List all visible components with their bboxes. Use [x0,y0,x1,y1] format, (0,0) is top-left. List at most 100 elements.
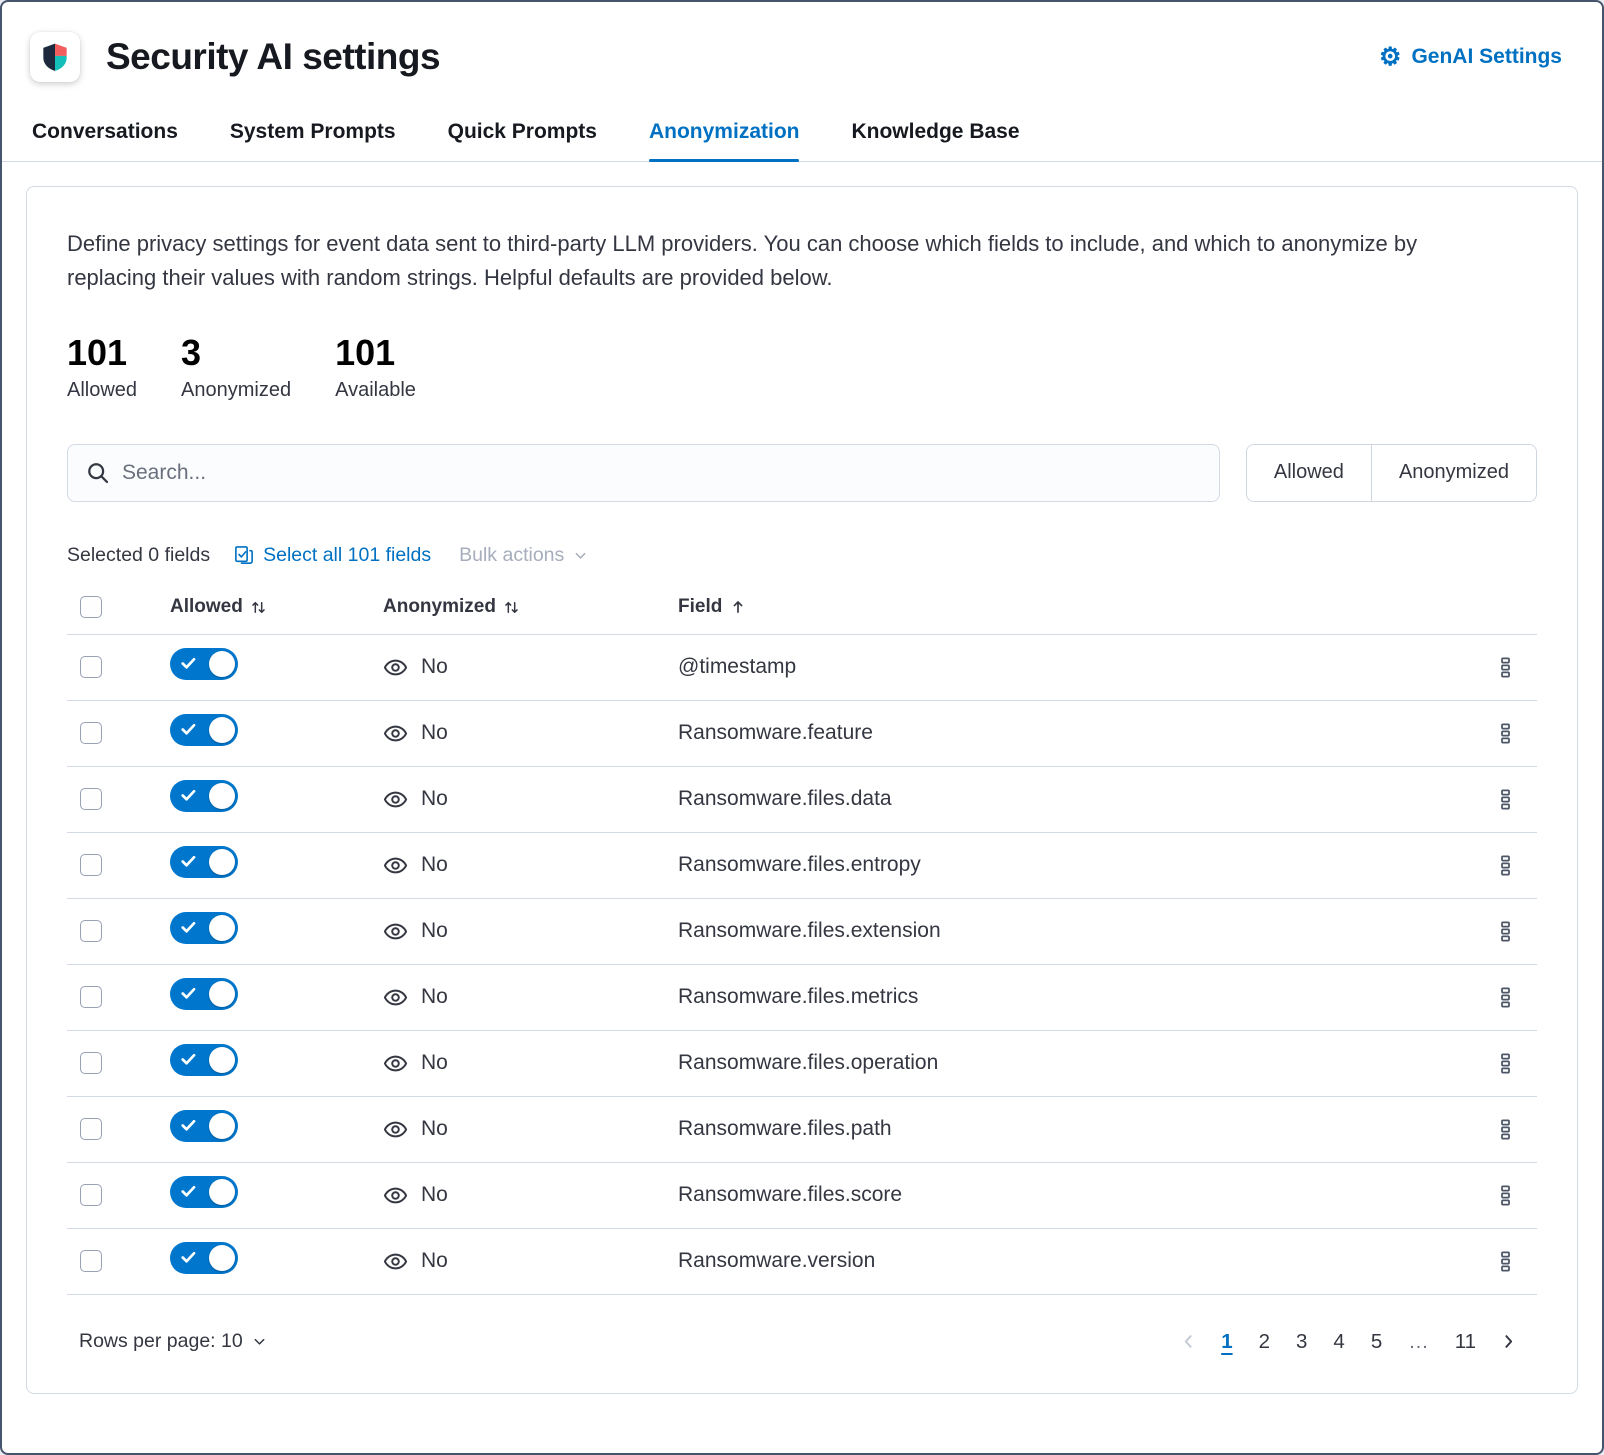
table-body: No @timestamp [67,635,1537,1295]
field-name: Ransomware.files.data [678,787,892,810]
row-checkbox[interactable] [80,986,102,1008]
tab-system-prompts[interactable]: System Prompts [230,120,396,161]
search-and-filters: Allowed Anonymized [67,444,1537,502]
allowed-toggle[interactable] [170,714,238,746]
anonymized-value: No [421,919,448,943]
allowed-toggle[interactable] [170,1044,238,1076]
stat-anonymized: 3 Anonymized [181,333,291,402]
row-actions-button[interactable] [1494,785,1517,814]
genai-settings-button[interactable]: ⚙ GenAI Settings [1379,45,1562,70]
row-actions-button[interactable] [1494,851,1517,880]
pagination-page-5[interactable]: 5 [1361,1325,1392,1359]
tab-quick-prompts[interactable]: Quick Prompts [448,120,597,161]
pagination-page-2[interactable]: 2 [1249,1325,1280,1359]
field-name: Ransomware.version [678,1249,875,1272]
stat-anonymized-value: 3 [181,333,291,373]
allowed-toggle[interactable] [170,1242,238,1274]
fields-table: Allowed Anonymized [67,581,1537,1295]
column-header-anonymized[interactable]: Anonymized [383,596,678,618]
tab-anonymization[interactable]: Anonymization [649,120,800,161]
tab-knowledge-base[interactable]: Knowledge Base [851,120,1019,161]
search-input[interactable] [122,461,1201,485]
eye-icon [383,985,408,1010]
sort-both-icon [250,599,267,616]
eye-icon [383,721,408,746]
next-page-button[interactable] [1492,1329,1525,1354]
table-row: No Ransomware.files.path [67,1097,1537,1163]
allowed-toggle[interactable] [170,846,238,878]
search-icon [86,461,110,485]
rows-per-page-label: Rows per page: 10 [79,1330,243,1353]
filter-allowed-button[interactable]: Allowed [1247,445,1371,501]
row-checkbox[interactable] [80,788,102,810]
search-box[interactable] [67,444,1220,502]
table-row: No Ransomware.files.data [67,767,1537,833]
row-checkbox[interactable] [80,1118,102,1140]
allowed-toggle[interactable] [170,912,238,944]
security-ai-settings-window: Security AI settings ⚙ GenAI Settings Co… [0,0,1604,1455]
eye-icon [383,853,408,878]
table-footer: Rows per page: 10 12345…11 [67,1325,1537,1359]
privacy-description: Define privacy settings for event data s… [67,227,1497,295]
row-actions-button[interactable] [1494,1181,1517,1210]
select-all-label: Select all 101 fields [263,544,431,567]
row-checkbox[interactable] [80,1184,102,1206]
selected-count-text: Selected 0 fields [67,544,210,567]
rows-per-page-button[interactable]: Rows per page: 10 [79,1330,267,1353]
field-name: Ransomware.files.operation [678,1051,938,1074]
stat-anonymized-label: Anonymized [181,379,291,402]
table-row: No Ransomware.feature [67,701,1537,767]
row-checkbox[interactable] [80,1250,102,1272]
table-header-row: Allowed Anonymized [67,581,1537,635]
field-name: @timestamp [678,655,796,678]
sort-ascending-icon [729,598,747,616]
allowed-toggle[interactable] [170,648,238,680]
pagination-page-4[interactable]: 4 [1323,1325,1354,1359]
table-row: No @timestamp [67,635,1537,701]
pages-select-icon [234,545,254,565]
eye-icon [383,1117,408,1142]
eye-icon [383,919,408,944]
pagination-page-3[interactable]: 3 [1286,1325,1317,1359]
filter-anonymized-button[interactable]: Anonymized [1371,445,1536,501]
select-all-link[interactable]: Select all 101 fields [234,544,431,567]
column-header-field[interactable]: Field [678,596,1473,618]
row-checkbox[interactable] [80,722,102,744]
row-checkbox[interactable] [80,656,102,678]
sort-both-icon [503,599,520,616]
pagination-page-11[interactable]: 11 [1445,1325,1486,1359]
anonymized-value: No [421,721,448,745]
bulk-actions-button[interactable]: Bulk actions [459,544,588,567]
anonymized-value: No [421,985,448,1009]
column-header-allowed[interactable]: Allowed [170,596,383,618]
row-actions-button[interactable] [1494,653,1517,682]
row-checkbox[interactable] [80,854,102,876]
previous-page-button[interactable] [1172,1329,1205,1354]
field-name: Ransomware.files.score [678,1183,902,1206]
table-row: No Ransomware.files.metrics [67,965,1537,1031]
row-actions-button[interactable] [1494,1247,1517,1276]
row-checkbox[interactable] [80,1052,102,1074]
pagination-ellipsis: … [1398,1325,1439,1359]
row-actions-button[interactable] [1494,917,1517,946]
pagination-page-1[interactable]: 1 [1211,1325,1242,1359]
row-checkbox[interactable] [80,920,102,942]
gear-icon: ⚙ [1379,45,1401,70]
allowed-toggle[interactable] [170,1176,238,1208]
allowed-toggle[interactable] [170,1110,238,1142]
allowed-toggle[interactable] [170,978,238,1010]
field-name: Ransomware.files.metrics [678,985,918,1008]
page-header: Security AI settings ⚙ GenAI Settings [2,2,1602,82]
select-all-checkbox[interactable] [80,596,102,618]
table-row: No Ransomware.files.score [67,1163,1537,1229]
tab-conversations[interactable]: Conversations [32,120,178,161]
row-actions-button[interactable] [1494,719,1517,748]
field-name: Ransomware.files.extension [678,919,941,942]
anonymized-value: No [421,1249,448,1273]
page-title: Security AI settings [106,36,440,78]
row-actions-button[interactable] [1494,1115,1517,1144]
row-actions-button[interactable] [1494,983,1517,1012]
row-actions-button[interactable] [1494,1049,1517,1078]
allowed-toggle[interactable] [170,780,238,812]
anonymized-value: No [421,1051,448,1075]
